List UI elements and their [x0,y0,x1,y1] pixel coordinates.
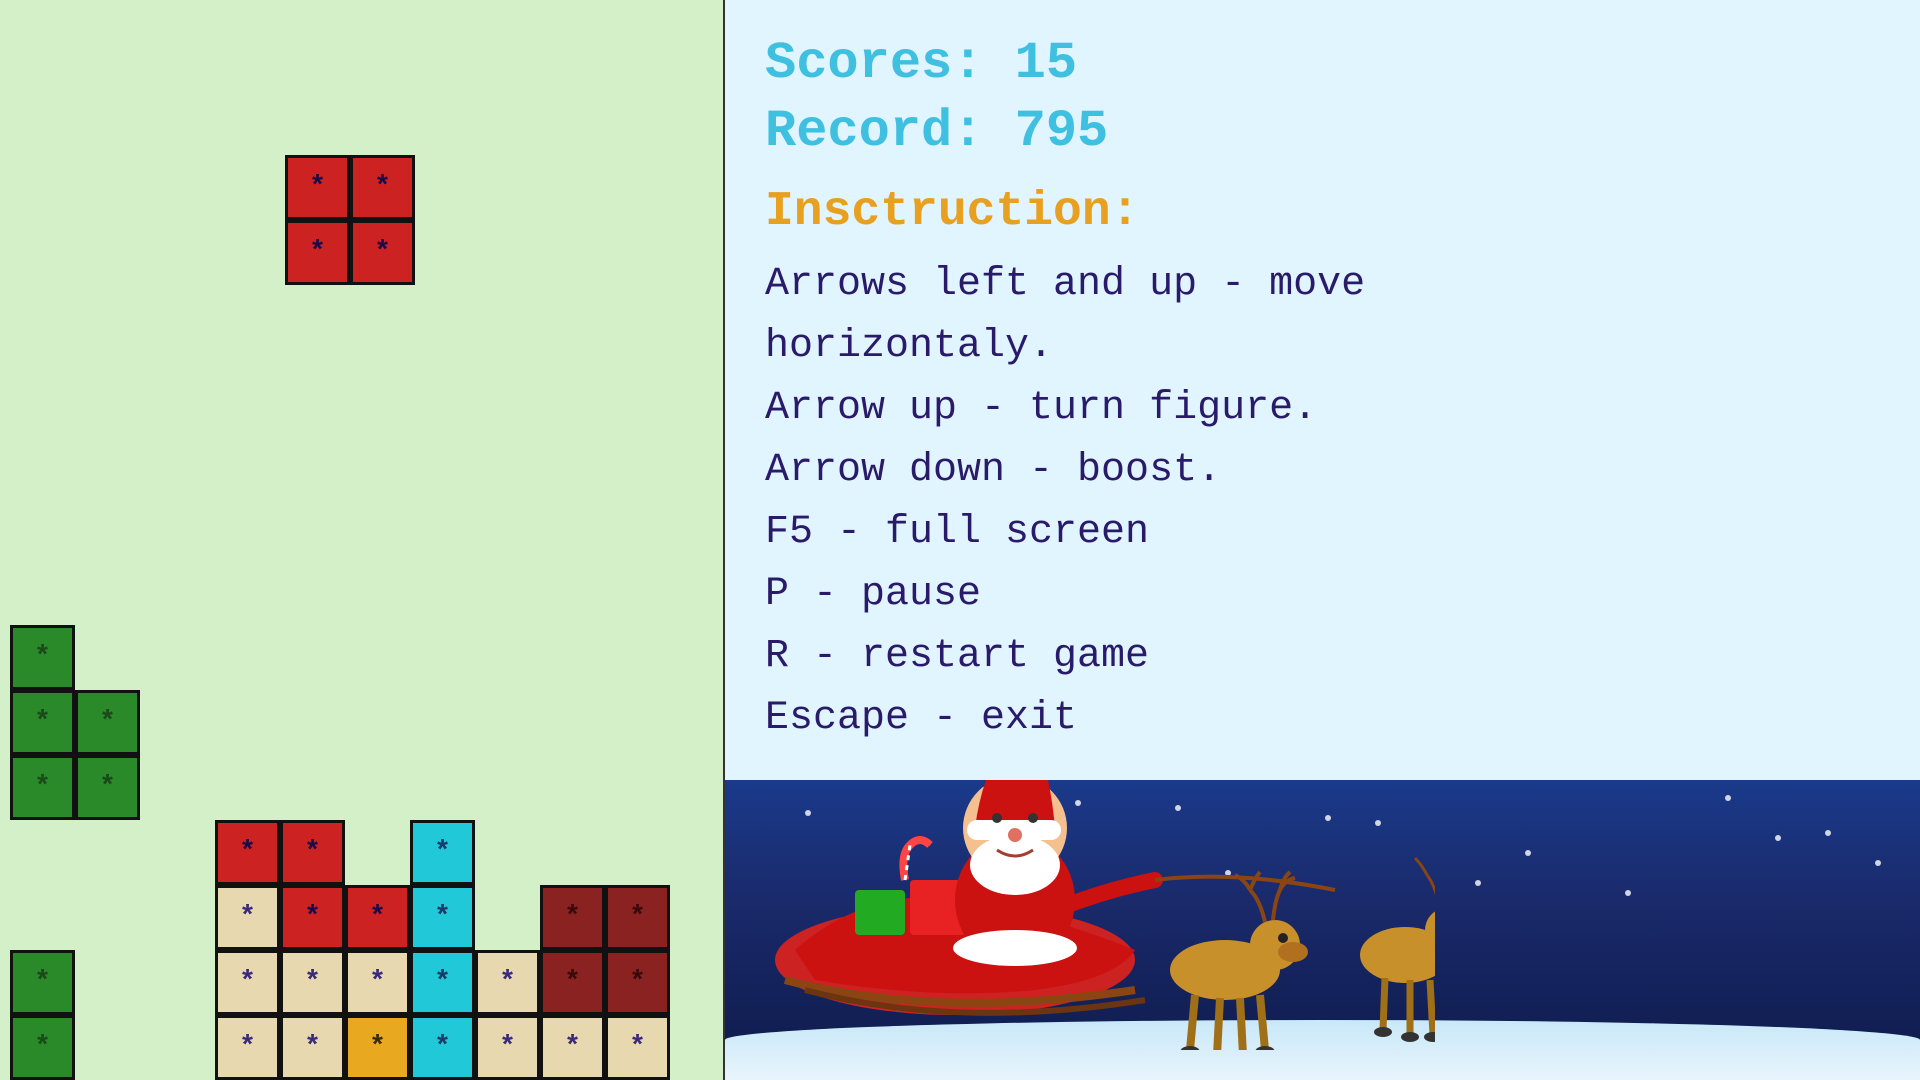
instruction-line-4: Arrow down - boost. [765,440,1880,502]
snow-particle [1475,880,1481,886]
block-cell: * [285,155,350,220]
block-cell: * [280,820,345,885]
block-cell: * [475,950,540,1015]
score-display: Scores: 15 [765,30,1880,98]
santa-scene: ✦ ✦ ✦ ✦ ✦ ✦ [725,780,1920,1080]
game-board: * * * * * * * * * * * * [0,0,725,1080]
snow-particle [1825,830,1831,836]
block-cell: * [280,885,345,950]
block-cell: * [280,1015,345,1080]
block-cell: * [605,950,670,1015]
block-cell: * [350,220,415,285]
block-cell: * [475,1015,540,1080]
block-cell: * [605,1015,670,1080]
instruction-line-2: horizontaly. [765,316,1880,378]
block-cell: * [410,885,475,950]
instruction-line-6: P - pause [765,564,1880,626]
snow-particle [1625,890,1631,896]
block-cell: * [410,820,475,885]
block-cell: * [605,885,670,950]
block-cell: * [215,820,280,885]
instruction-line-3: Arrow up - turn figure. [765,378,1880,440]
block-cell: * [345,1015,410,1080]
snow-particle [1525,850,1531,856]
block-cell: * [410,1015,475,1080]
block-cell: * [350,155,415,220]
block-cell: * [280,950,345,1015]
block-cell: * [75,690,140,755]
santa-illustration: ✦ ✦ ✦ ✦ ✦ ✦ [735,780,1435,1050]
santa-background: ✦ ✦ ✦ ✦ ✦ ✦ [725,780,1920,1080]
instruction-title: Insctruction: [765,185,1880,239]
instruction-line-5: F5 - full screen [765,502,1880,564]
info-panel: Scores: 15 Record: 795 Insctruction: Arr… [725,0,1920,1080]
block-cell: * [540,1015,605,1080]
block-cell: * [215,885,280,950]
block-cell: * [75,755,140,820]
block-cell: * [285,220,350,285]
instruction-line-7: R - restart game [765,626,1880,688]
block-cell: * [345,885,410,950]
record-display: Record: 795 [765,98,1880,166]
block-cell: * [215,950,280,1015]
block-cell: * [10,755,75,820]
block-cell: * [10,625,75,690]
instruction-line-1: Arrows left and up - move [765,254,1880,316]
instruction-body: Arrows left and up - move horizontaly. A… [765,254,1880,750]
block-cell: * [10,950,75,1015]
block-cell: * [540,950,605,1015]
block-cell: * [10,690,75,755]
block-cell: * [540,885,605,950]
snow-particle [1875,860,1881,866]
snow-particle [1725,795,1731,801]
info-top: Scores: 15 Record: 795 Insctruction: Arr… [725,0,1920,780]
block-cell: * [345,950,410,1015]
block-cell: * [410,950,475,1015]
snow-particle [1775,835,1781,841]
block-cell: * [215,1015,280,1080]
active-piece: * * * * [285,155,415,285]
block-cell: * [10,1015,75,1080]
instruction-line-8: Escape - exit [765,688,1880,750]
